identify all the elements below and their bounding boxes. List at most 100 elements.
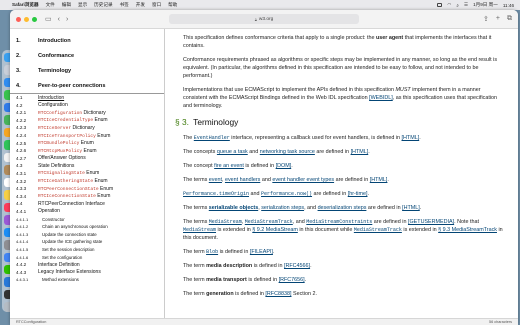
toc-item-label: Legacy Interface Extensions (38, 269, 101, 275)
inline-link[interactable]: [RFC4566] (284, 263, 310, 269)
toc-item[interactable]: 4.1 Introduction (10, 94, 164, 102)
toc-item[interactable]: 4.2.4 RTCIceTransportPolicy Enum (10, 132, 164, 140)
control-center-icon[interactable]: ☰ (464, 2, 468, 8)
toc-item[interactable]: 4.4.1.6 Set the configuration (10, 253, 164, 261)
menu-item-develop[interactable]: 开发 (136, 2, 145, 8)
inline-link[interactable]: event handlers (225, 177, 260, 183)
toc-item[interactable]: 4.2.5 RTCBundlePolicy Enum (10, 139, 164, 147)
zoom-window-icon[interactable] (32, 16, 37, 22)
inline-link[interactable]: § 9.2 MediaStream (252, 227, 298, 233)
toc-item[interactable]: 4.4.1 Operation (10, 208, 164, 216)
inline-link[interactable]: MediaStreamTrack (245, 219, 293, 225)
toc-item[interactable]: 4.2 Configuration (10, 101, 164, 109)
inline-link[interactable]: [hr-time] (348, 191, 368, 197)
toc-item[interactable]: 4.4.2 Interface Definition (10, 261, 164, 269)
toc-item[interactable]: 4.3.3 RTCPeerConnectionState Enum (10, 185, 164, 193)
toc-item[interactable]: 4.4.1.2 Chain an asynchronous operation (10, 223, 164, 231)
menu-date[interactable]: 1月9日 周一 (473, 2, 498, 8)
text-run: The terms (183, 205, 209, 211)
toc-item-number: 4.4.1 (16, 208, 27, 214)
section-heading: § 3. Terminology (175, 118, 504, 126)
battery-icon[interactable] (437, 3, 443, 7)
inline-link[interactable]: MediaStream (209, 219, 242, 225)
sidebar-toggle-icon[interactable]: ▭ (45, 15, 52, 23)
menu-time[interactable]: 11:46 (503, 3, 514, 8)
share-icon[interactable]: ⇪ (483, 15, 489, 23)
toc-item[interactable]: 4.2.7 Offer/Answer Options (10, 155, 164, 163)
inline-link[interactable]: serialization steps (261, 205, 304, 211)
back-icon[interactable]: ‹ (58, 16, 60, 23)
wifi-icon[interactable]: ◠ (447, 2, 451, 8)
inline-link[interactable]: event handler event types (272, 177, 334, 183)
inline-link[interactable]: MediaStreamConstraints (306, 219, 372, 225)
menu-item-history[interactable]: 历史记录 (94, 2, 112, 8)
inline-link[interactable]: [HTML] (402, 135, 420, 141)
text-run: is defined in (218, 249, 250, 255)
toc-item[interactable]: 4.4.1.1 Constructor (10, 215, 164, 223)
toc-item-number: 4.2.6 (16, 148, 27, 154)
search-icon[interactable]: ⌕ (456, 3, 459, 8)
toc-item[interactable]: 4.2.1 RTCConfiguration Dictionary (10, 109, 164, 117)
inline-link[interactable]: [GETUSERMEDIA] (408, 219, 454, 225)
toc-item[interactable]: 4.2.3 RTCIceServer Dictionary (10, 124, 164, 132)
paragraph: Performance.timeOrigin and Performance.n… (183, 190, 504, 198)
toc-item[interactable]: 4. Peer-to-peer connections (10, 79, 164, 94)
toc-item[interactable]: 4.4.1.4 Update the ICE gathering state (10, 238, 164, 246)
toc-item[interactable]: 4.2.6 RTCRtcpMuxPolicy Enum (10, 147, 164, 155)
inline-link[interactable]: [RFC7656] (279, 277, 305, 283)
inline-link[interactable]: deserialization steps (318, 205, 367, 211)
inline-link[interactable]: queue a task (217, 149, 248, 155)
toc-item[interactable]: 4.4.3 Legacy Interface Extensions (10, 268, 164, 276)
text-run: . (291, 163, 293, 169)
menu-item-view[interactable]: 显示 (78, 2, 87, 8)
paragraph: The EventHandler interface, representing… (183, 134, 504, 142)
menu-app-name[interactable]: Safari浏览器 (12, 2, 39, 8)
toc-item-label: RTCSignalingState Enum (38, 170, 99, 176)
toc-item[interactable]: 4.3.4 RTCIceConnectionState Enum (10, 192, 164, 200)
inline-link[interactable]: event (209, 177, 222, 183)
tab-overview-icon[interactable]: ⧉ (507, 15, 512, 23)
inline-link[interactable]: Performance.now() (261, 191, 312, 197)
inline-link[interactable]: [HTML] (402, 205, 420, 211)
inline-link[interactable]: MediaStreamTrack (354, 227, 402, 233)
inline-link[interactable]: [WEBIDL] (369, 95, 393, 101)
inline-link[interactable]: Performance.timeOrigin (183, 191, 249, 197)
toc-item[interactable]: 1. Introduction (10, 33, 164, 48)
toc-item[interactable]: 4.4.1.3 Update the connection state (10, 230, 164, 238)
inline-link[interactable]: EventHandler (194, 135, 230, 141)
inline-link[interactable]: networking task source (260, 149, 315, 155)
toc-item[interactable]: 4.3.2 RTCIceGatheringState Enum (10, 177, 164, 185)
toc-item[interactable]: 4.2.2 RTCIceCredentialType Enum (10, 117, 164, 125)
section-number[interactable]: § 3. (175, 117, 189, 127)
minimize-window-icon[interactable] (24, 16, 29, 22)
toc-item-label: Operation (38, 208, 60, 214)
inline-link[interactable]: [DOM] (276, 163, 292, 169)
inline-link[interactable]: MediaStream (183, 227, 216, 233)
address-bar[interactable]: 🔒︎ w3.org (169, 14, 359, 24)
toc-item[interactable]: 2. Conformance (10, 48, 164, 63)
new-tab-icon[interactable]: + (496, 15, 500, 23)
toc-item-label: Update the connection state (38, 232, 97, 237)
forward-icon[interactable]: › (66, 16, 68, 23)
inline-link[interactable]: [RFC8838] (265, 291, 291, 297)
menu-item-bookmarks[interactable]: 书签 (120, 2, 129, 8)
inline-link[interactable]: [HTML] (370, 177, 388, 183)
toc-item[interactable]: 4.3.1 RTCSignalingState Enum (10, 170, 164, 178)
toc-item[interactable]: 4.3 State Definitions (10, 162, 164, 170)
toc-item[interactable]: 4.4.1.5 Set the session description (10, 246, 164, 254)
inline-link[interactable]: fire an event (214, 163, 244, 169)
toc-item[interactable]: 4.4 RTCPeerConnection Interface (10, 200, 164, 208)
menu-item-file[interactable]: 文件 (46, 2, 55, 8)
inline-link[interactable]: § 9.3 MediaStreamTrack (438, 227, 497, 233)
inline-link[interactable]: [FILEAPI] (250, 249, 273, 255)
inline-link[interactable]: Blob (206, 249, 218, 255)
toc-item[interactable]: 3. Terminology (10, 63, 164, 78)
toc-item[interactable]: 4.4.3.1 Method extensions (10, 276, 164, 284)
inline-link[interactable]: serializable objects (209, 205, 258, 211)
menu-item-edit[interactable]: 编辑 (62, 2, 71, 8)
close-window-icon[interactable] (16, 16, 21, 22)
menu-item-help[interactable]: 帮助 (168, 2, 177, 8)
toc-text: Peer-to-peer connections (38, 82, 106, 89)
menu-item-window[interactable]: 窗口 (152, 2, 161, 8)
inline-link[interactable]: [HTML] (351, 149, 369, 155)
